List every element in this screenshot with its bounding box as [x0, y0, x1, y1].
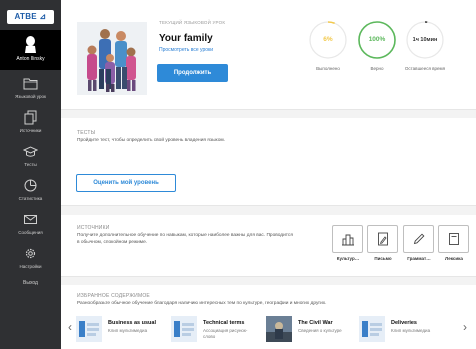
sidebar-item-statistics[interactable]: Статистика	[0, 174, 61, 210]
sidebar-item-label: Настройки	[19, 264, 42, 269]
carousel-next-icon[interactable]: ›	[463, 320, 467, 334]
favorite-subtitle: Клип мультимедиа	[391, 328, 431, 333]
document-pen-icon	[378, 232, 388, 246]
lesson-title: Your family	[159, 33, 213, 44]
media-clip-icon	[359, 316, 385, 342]
sources-desc-line-1: Получите дополнительное обучение по навы…	[77, 233, 293, 238]
assess-level-button[interactable]: Оценить мой уровень	[76, 174, 176, 192]
source-culture-card[interactable]	[332, 225, 363, 253]
user-name: Anton Ilinsky	[16, 56, 45, 62]
favorite-title: Deliveries	[391, 320, 417, 326]
source-writing-label: Письмо	[374, 256, 392, 261]
stat-time-value: 1ч 10мин	[412, 37, 438, 43]
source-vocabulary-label: Лексика	[445, 256, 463, 261]
lesson-family-photo	[77, 22, 147, 95]
favorite-title: Business as usual	[108, 320, 156, 326]
favorite-item-business[interactable]: Business as usual Клип мультимедиа	[76, 316, 160, 342]
folder-icon	[23, 78, 38, 90]
carousel-prev-icon[interactable]: ‹	[68, 320, 72, 334]
sidebar-item-label: Сообщения	[18, 230, 43, 235]
stat-correct-value: 100%	[368, 36, 386, 43]
tests-desc: Пройдите тест, чтобы определить свой уро…	[77, 138, 225, 143]
sidebar-item-label: Тесты	[24, 162, 37, 167]
sidebar-item-label: Статистика	[18, 196, 43, 201]
favorite-item-civil-war[interactable]: The Civil War Сведения о культуре	[266, 316, 352, 342]
source-grammar-card[interactable]	[403, 225, 434, 253]
favorite-item-technical[interactable]: Technical terms Ассоциация рисунок- слов…	[171, 316, 257, 342]
continue-button[interactable]: Продолжить	[157, 64, 228, 82]
gear-icon	[25, 248, 36, 259]
source-vocabulary-card[interactable]	[438, 225, 469, 253]
source-writing-card[interactable]	[367, 225, 398, 253]
building-icon	[342, 234, 354, 246]
graduation-cap-icon	[23, 146, 38, 157]
lesson-eyebrow: ТЕКУЩИЙ ЯЗЫКОВОЙ УРОК	[159, 20, 226, 25]
sidebar-item-label: Языковой урок	[15, 94, 46, 99]
pie-chart-icon	[24, 179, 37, 192]
stat-time-label: Оставшееся время	[404, 66, 446, 71]
app-logo: ATBE ⊿	[7, 10, 54, 24]
source-grammar-label: Граммат…	[407, 256, 431, 261]
main-content: ТЕКУЩИЙ ЯЗЫКОВОЙ УРОК Your family Просмо…	[61, 0, 476, 349]
user-profile[interactable]: Anton Ilinsky	[0, 30, 61, 70]
sources-title: ИСТОЧНИКИ	[77, 225, 110, 231]
tests-title: ТЕСТЫ	[77, 130, 96, 136]
sources-desc-line-2: в обычном, спокойном режиме.	[77, 240, 148, 245]
media-clip-icon	[76, 316, 102, 342]
favorite-subtitle: Клип мультимедиа	[108, 328, 148, 333]
sidebar-item-lesson[interactable]: Языковой урок	[0, 72, 61, 108]
favorite-title: Technical terms	[203, 320, 245, 326]
user-icon	[25, 36, 36, 53]
current-lesson-panel: ТЕКУЩИЙ ЯЗЫКОВОЙ УРОК Your family Просмо…	[61, 0, 476, 110]
sidebar-item-tests[interactable]: Тесты	[0, 140, 61, 176]
favorite-subtitle: Сведения о культуре	[298, 328, 342, 333]
favorites-title: ИЗБРАННОЕ СОДЕРЖИМОЕ	[77, 293, 150, 299]
envelope-icon	[24, 215, 37, 224]
notepad-icon	[449, 233, 459, 245]
source-culture-label: Культур…	[336, 256, 360, 261]
sidebar-item-sources[interactable]: Источники	[0, 106, 61, 142]
favorite-subtitle-line-2: слово	[203, 333, 216, 339]
favorites-desc: Разнообразьте обычное обучение благодаря…	[77, 301, 327, 306]
sidebar-exit-link[interactable]: Выход	[0, 280, 61, 286]
sidebar-item-messages[interactable]: Сообщения	[0, 208, 61, 244]
civil-war-thumbnail	[266, 316, 292, 342]
tests-section: ТЕСТЫ Пройдите тест, чтобы определить св…	[61, 118, 476, 206]
picture-word-icon	[171, 316, 197, 342]
sidebar-item-settings[interactable]: Настройки	[0, 242, 61, 278]
sidebar-item-label: Источники	[19, 128, 42, 133]
favorite-item-deliveries[interactable]: Deliveries Клип мультимедиа	[359, 316, 449, 342]
view-all-lessons-link[interactable]: Просмотреть все уроки	[159, 47, 213, 53]
pencil-icon	[413, 233, 425, 245]
documents-icon	[24, 110, 37, 125]
stat-completed-value: 6%	[323, 36, 333, 43]
favorite-title: The Civil War	[298, 320, 333, 326]
sidebar: ATBE ⊿ Anton Ilinsky Языковой урок Источ…	[0, 0, 61, 349]
